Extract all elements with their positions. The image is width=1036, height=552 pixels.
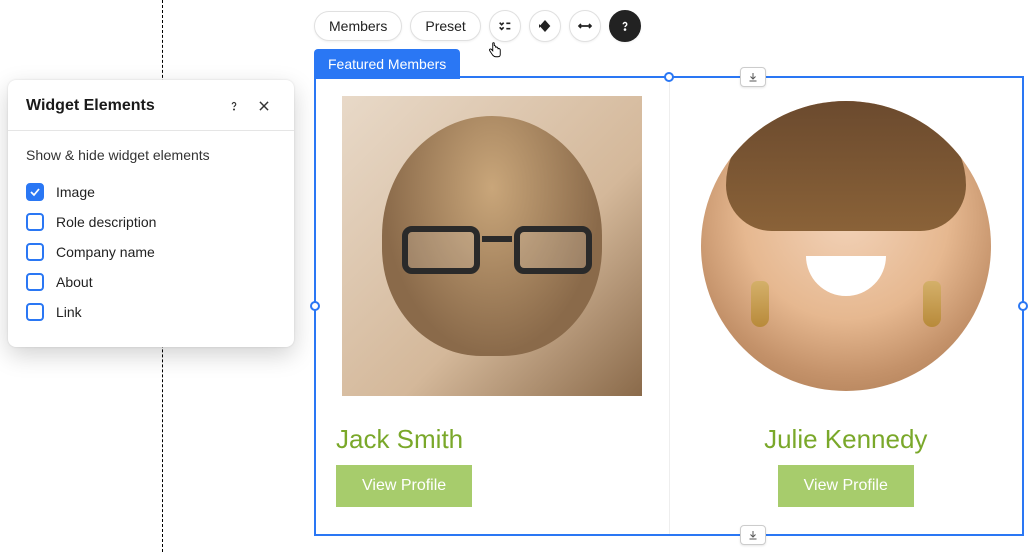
checkbox-icon — [26, 273, 44, 291]
help-button-icon[interactable] — [609, 10, 641, 42]
toggle-company-name[interactable]: Company name — [26, 237, 276, 267]
toggle-image[interactable]: Image — [26, 177, 276, 207]
member-cards: Jack Smith View Profile Julie Kennedy Vi… — [316, 78, 1022, 534]
checkbox-icon — [26, 243, 44, 261]
stretch-icon[interactable] — [569, 10, 601, 42]
view-profile-button[interactable]: View Profile — [336, 465, 472, 507]
member-name: Jack Smith — [336, 424, 463, 455]
cursor-pointer-icon — [486, 40, 504, 65]
widget-tab-label[interactable]: Featured Members — [314, 49, 460, 79]
close-icon[interactable] — [252, 94, 276, 118]
member-image — [342, 96, 642, 396]
checkbox-icon — [26, 183, 44, 201]
widget-selection[interactable]: Jack Smith View Profile Julie Kennedy Vi… — [314, 76, 1024, 536]
member-image — [696, 96, 996, 396]
toggle-label: Company name — [56, 244, 155, 260]
members-button[interactable]: Members — [314, 11, 402, 41]
view-profile-button[interactable]: View Profile — [778, 465, 914, 507]
glasses-icon — [402, 226, 592, 276]
avatar — [342, 96, 642, 396]
toggle-role-description[interactable]: Role description — [26, 207, 276, 237]
widget-elements-panel: Widget Elements Show & hide widget eleme… — [8, 80, 294, 347]
resize-handle-right[interactable] — [1018, 301, 1028, 311]
member-card: Julie Kennedy View Profile — [669, 78, 1023, 534]
toggle-label: Image — [56, 184, 95, 200]
avatar — [701, 101, 991, 391]
panel-body: Show & hide widget elements Image Role d… — [8, 131, 294, 347]
member-card: Jack Smith View Profile — [316, 78, 669, 534]
toggle-label: Link — [56, 304, 82, 320]
panel-title: Widget Elements — [26, 97, 216, 115]
toggle-link[interactable]: Link — [26, 297, 276, 327]
help-icon[interactable] — [222, 94, 246, 118]
earring-icon — [923, 281, 941, 327]
toggle-label: Role description — [56, 214, 156, 230]
add-section-below-button[interactable] — [740, 525, 766, 545]
panel-header: Widget Elements — [8, 80, 294, 131]
resize-handle-left[interactable] — [310, 301, 320, 311]
preset-button[interactable]: Preset — [410, 11, 480, 41]
resize-handle-top[interactable] — [664, 72, 674, 82]
panel-subtitle: Show & hide widget elements — [26, 147, 276, 163]
member-name: Julie Kennedy — [764, 424, 927, 455]
toggle-about[interactable]: About — [26, 267, 276, 297]
widget-toolbar: Members Preset — [314, 10, 641, 42]
animation-icon[interactable] — [529, 10, 561, 42]
list-settings-icon[interactable] — [489, 10, 521, 42]
checkbox-icon — [26, 213, 44, 231]
earring-icon — [751, 281, 769, 327]
toggle-label: About — [56, 274, 93, 290]
checkbox-icon — [26, 303, 44, 321]
add-section-above-button[interactable] — [740, 67, 766, 87]
